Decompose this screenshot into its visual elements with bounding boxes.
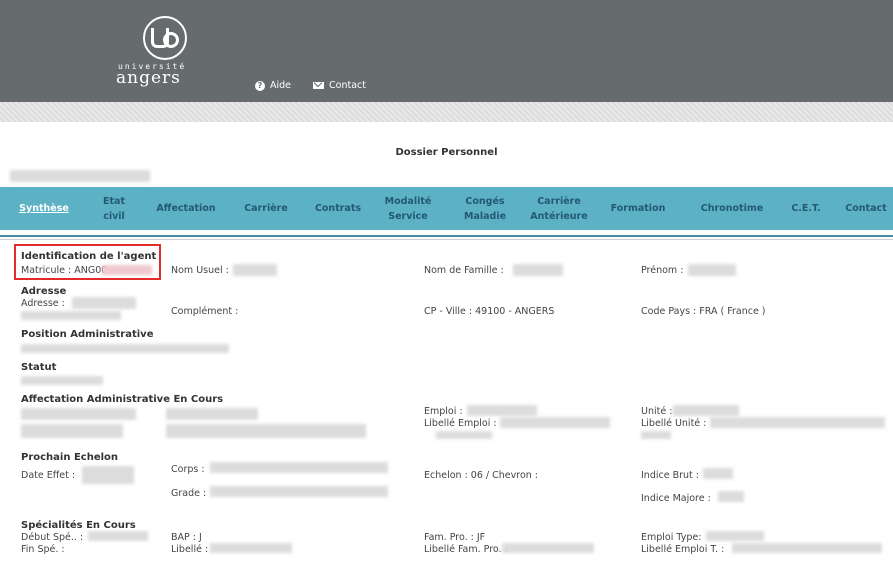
redacted-affectation-1: [21, 408, 136, 420]
date-effet-label: Date Effet :: [21, 470, 76, 481]
section-position-title: Position Administrative: [21, 329, 154, 340]
help-icon: ?: [255, 80, 265, 91]
content-top-border-light: [0, 239, 893, 240]
redacted-affectation-3: [166, 408, 258, 420]
redacted-agent-name: [10, 170, 150, 182]
tab-bar: Synthèse Etat civil Affectation Carrière…: [0, 187, 893, 230]
nom-usuel-label: Nom Usuel :: [171, 265, 229, 276]
tab-contact[interactable]: Contact: [840, 187, 892, 230]
redacted-date-effet: [82, 466, 134, 484]
contact-link-label: Contact: [329, 80, 366, 91]
redacted-indice-majore: [718, 491, 744, 502]
unite-label: Unité :: [641, 406, 673, 417]
libelle-label: Libellé :: [171, 544, 209, 555]
tab-affectation[interactable]: Affectation: [150, 187, 222, 230]
redacted-unite: [673, 405, 739, 416]
section-echelon-title: Prochain Echelon: [21, 452, 119, 463]
libelle-unite-label: Libellé Unité :: [641, 418, 707, 429]
libelle-emploi-t-label: Libellé Emploi T. :: [641, 544, 725, 555]
prenom-label: Prénom :: [641, 265, 684, 276]
contact-link[interactable]: Contact: [313, 80, 366, 91]
tab-contrats[interactable]: Contrats: [310, 187, 366, 230]
redacted-adresse: [72, 297, 136, 309]
content-top-border: [0, 235, 893, 237]
section-identification-title: Identification de l'agent: [21, 251, 157, 262]
tab-formation[interactable]: Formation: [608, 187, 668, 230]
redacted-grade: [210, 486, 388, 497]
complement-label: Complément :: [171, 306, 239, 317]
redacted-debut-spe: [88, 531, 148, 541]
redacted-corps: [210, 462, 388, 473]
redacted-statut: [21, 376, 103, 385]
mail-icon: [313, 82, 324, 89]
redacted-libelle-unite: [710, 417, 885, 428]
tab-synthese[interactable]: Synthèse: [14, 187, 74, 230]
adresse-label: Adresse :: [21, 298, 65, 309]
tab-carriere[interactable]: Carrière: [238, 187, 294, 230]
section-adresse-title: Adresse: [21, 286, 67, 297]
redacted-indice-brut: [703, 468, 733, 479]
redacted-emploi-type: [706, 531, 764, 541]
site-header: université angers ? Aide Contact: [0, 0, 893, 102]
redacted-nom-usuel: [233, 264, 277, 276]
tab-chronotime[interactable]: Chronotime: [694, 187, 770, 230]
redacted-adresse-line2: [21, 311, 121, 320]
redacted-emploi: [467, 405, 537, 416]
tab-etat-civil[interactable]: Etat civil: [96, 187, 132, 230]
tab-carriere-anterieure[interactable]: Carrière Antérieure: [522, 187, 596, 230]
redacted-libelle-fam-pro: [502, 543, 594, 553]
libelle-fam-pro-label: Libellé Fam. Pro. :: [424, 544, 508, 555]
grade-label: Grade :: [171, 488, 207, 499]
redacted-libelle: [210, 543, 292, 553]
emploi-label: Emploi :: [424, 406, 463, 417]
tab-cet[interactable]: C.E.T.: [788, 187, 824, 230]
section-specialites-title: Spécialités En Cours: [21, 520, 136, 531]
redacted-libelle-emploi-t: [732, 543, 882, 553]
debut-spe-label: Début Spé.. :: [21, 532, 84, 543]
nom-famille-label: Nom de Famille :: [424, 265, 504, 276]
emploi-type-label: Emploi Type:: [641, 532, 702, 543]
matricule-label: Matricule : ANG00: [21, 265, 108, 276]
redacted-position: [21, 344, 229, 353]
help-link-label: Aide: [270, 80, 292, 91]
cp-ville-value: CP - Ville : 49100 - ANGERS: [424, 306, 555, 317]
redacted-libelle-emploi-2: [436, 431, 492, 439]
bap-value: BAP : J: [171, 532, 202, 543]
redacted-affectation-4: [166, 424, 366, 438]
libelle-emploi-label: Libellé Emploi :: [424, 418, 497, 429]
redacted-matricule: [102, 265, 152, 275]
page-title: Dossier Personnel: [395, 147, 498, 158]
redacted-libelle-unite-2: [641, 431, 671, 439]
section-affectation-title: Affectation Administrative En Cours: [21, 394, 224, 405]
help-link[interactable]: ? Aide: [255, 80, 291, 91]
logo-text-main: angers: [116, 68, 181, 88]
header-stripe-bar: [0, 102, 893, 122]
indice-majore-label: Indice Majore :: [641, 493, 711, 504]
redacted-prenom: [688, 264, 736, 276]
section-statut-title: Statut: [21, 362, 57, 373]
fam-pro-value: Fam. Pro. : JF: [424, 532, 486, 543]
code-pays-value: Code Pays : FRA ( France ): [641, 306, 766, 317]
university-logo-icon[interactable]: [143, 16, 187, 60]
tab-conges-maladie[interactable]: Congés Maladie: [460, 187, 510, 230]
echelon-value: Echelon : 06 / Chevron :: [424, 470, 539, 481]
redacted-nom-famille: [513, 264, 563, 276]
fin-spe-label: Fin Spé. :: [21, 544, 65, 555]
corps-label: Corps :: [171, 464, 205, 475]
indice-brut-label: Indice Brut :: [641, 470, 699, 481]
redacted-affectation-2: [21, 424, 123, 438]
tab-modalite-service[interactable]: Modalité Service: [382, 187, 434, 230]
redacted-libelle-emploi: [500, 417, 610, 428]
